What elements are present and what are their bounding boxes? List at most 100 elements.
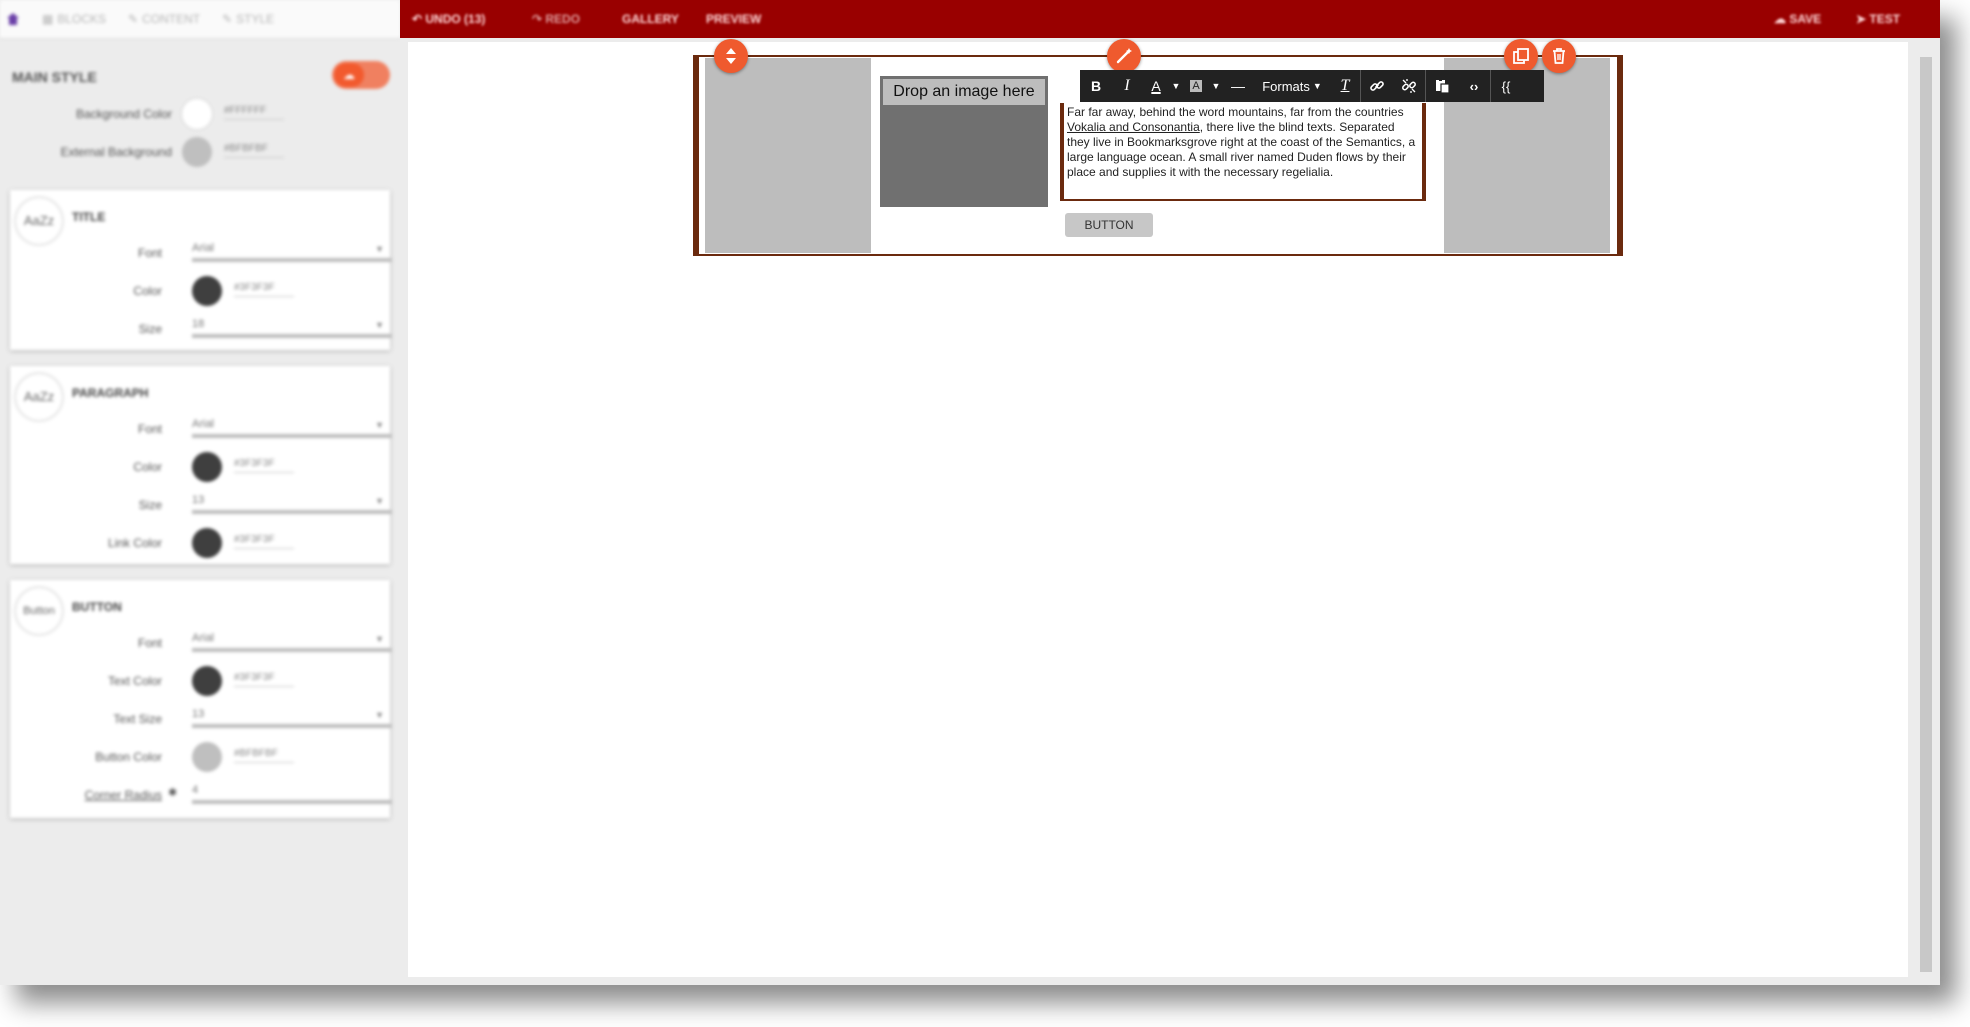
paragraph-color-value[interactable]: #3F3F3F — [234, 458, 294, 473]
external-background-swatch[interactable] — [182, 137, 212, 167]
delete-block-button[interactable] — [1542, 39, 1576, 73]
background-color-value[interactable]: #FFFFFF — [224, 105, 284, 120]
title-color-value[interactable]: #3F3F3F — [234, 282, 294, 297]
external-background-value[interactable]: #BFBFBF — [224, 143, 284, 158]
undo-label: UNDO (13) — [425, 12, 486, 26]
vertical-scrollbar[interactable] — [1920, 57, 1932, 972]
merge-tags-button[interactable]: {{ — [1491, 70, 1521, 102]
button-color-swatch[interactable] — [192, 742, 222, 772]
style-panel-content: ▦ BLOCKS ✎ CONTENT ✎ STYLE MAIN STYLE ☁ Bac… — [0, 0, 400, 169]
title-card-title: TITLE — [72, 210, 106, 224]
paragraph-link-color-swatch[interactable] — [192, 528, 222, 558]
save-button[interactable]: ☁ SAVE — [1774, 12, 1821, 26]
background-color-dropdown[interactable]: ▼ — [1210, 70, 1222, 102]
button-text-size-value: 13 — [192, 708, 205, 720]
chevron-down-icon: ▼ — [375, 634, 384, 644]
button-corner-radius-input[interactable]: 4 — [192, 784, 392, 804]
paragraph-color-label: Color — [133, 460, 162, 474]
title-size-select[interactable]: 18 ▼ — [192, 318, 392, 338]
settings-icon[interactable]: ✱ — [168, 786, 177, 799]
tab-style[interactable]: ✎ STYLE — [222, 12, 274, 26]
paragraph-link[interactable]: Vokalia and Consonantia — [1067, 120, 1200, 134]
email-button[interactable]: BUTTON — [1065, 213, 1153, 237]
undo-button[interactable]: ↶ UNDO (13) — [412, 12, 485, 26]
button-text-size-label: Text Size — [113, 712, 162, 726]
formats-label: Formats — [1262, 78, 1310, 94]
button-corner-radius-label[interactable]: Corner Radius — [85, 788, 162, 802]
cloud-icon: ☁ — [334, 63, 364, 87]
button-text-color-swatch[interactable] — [192, 666, 222, 696]
button-corner-radius-value: 4 — [192, 784, 199, 796]
button-color-row: Button Color #BFBFBF — [10, 736, 390, 774]
tab-content-label: CONTENT — [142, 12, 201, 26]
horizontal-rule-button[interactable]: — — [1222, 70, 1254, 102]
title-font-row: Font Arial ▼ — [10, 232, 392, 270]
edit-block-button[interactable] — [1107, 39, 1141, 73]
title-color-swatch[interactable] — [192, 276, 222, 306]
brush-icon: ✎ — [222, 12, 233, 26]
insert-link-button[interactable] — [1361, 70, 1393, 102]
title-font-select[interactable]: Arial ▼ — [192, 242, 392, 262]
paste-button[interactable] — [1426, 70, 1458, 102]
tab-blocks[interactable]: ▦ BLOCKS — [42, 12, 106, 26]
gallery-button[interactable]: GALLERY — [622, 12, 679, 26]
editor-canvas: Drop an image here Far far away, behind … — [408, 42, 1932, 977]
paragraph-font-label: Font — [137, 422, 162, 436]
redo-icon: ↷ — [532, 12, 546, 26]
button-card-title: BUTTON — [72, 600, 122, 614]
paragraph-link-color-row: Link Color #3F3F3F — [10, 522, 390, 560]
blocks-icon: ▦ — [42, 12, 54, 26]
background-color-swatch[interactable] — [182, 99, 212, 129]
title-font-value: Arial — [192, 242, 215, 254]
tab-content[interactable]: ✎ CONTENT — [128, 12, 200, 26]
clear-formatting-button[interactable]: T — [1330, 70, 1360, 102]
move-vertical-icon — [726, 48, 736, 64]
theme-toggle[interactable]: ☁ — [332, 61, 390, 89]
save-label: SAVE — [1789, 12, 1822, 26]
title-size-value: 18 — [192, 318, 205, 330]
button-text-color-label: Text Color — [107, 674, 162, 688]
paragraph-color-swatch[interactable] — [192, 452, 222, 482]
text-color-dropdown[interactable]: ▼ — [1170, 70, 1182, 102]
home-icon[interactable] — [6, 12, 20, 26]
tab-style-label: STYLE — [236, 12, 275, 26]
button-text-color-value[interactable]: #3F3F3F — [234, 672, 294, 687]
button-text-size-row: Text Size 13 ▼ — [10, 698, 392, 736]
image-dropzone[interactable]: Drop an image here — [880, 76, 1048, 207]
button-card-header: Button BUTTON — [10, 580, 390, 634]
preview-button[interactable]: PREVIEW — [706, 12, 761, 26]
button-color-value[interactable]: #BFBFBF — [234, 748, 294, 763]
move-block-button[interactable] — [714, 39, 748, 73]
paragraph-size-label: Size — [138, 498, 162, 512]
button-text-size-select[interactable]: 13 ▼ — [192, 708, 392, 728]
paragraph-text-start: Far far away, behind the word mountains,… — [1067, 105, 1404, 119]
title-size-label: Size — [138, 322, 162, 336]
paragraph-color-row: Color #3F3F3F — [10, 446, 390, 484]
title-color-row: Color #3F3F3F — [10, 270, 390, 308]
duplicate-block-button[interactable] — [1504, 39, 1538, 73]
formats-dropdown[interactable]: Formats ▼ — [1254, 70, 1330, 102]
button-font-select[interactable]: Arial ▼ — [192, 632, 392, 652]
paragraph-style-card: AaZz PARAGRAPH Font Arial ▼ Color #3F3F3F… — [10, 366, 392, 564]
paragraph-font-row: Font Arial ▼ — [10, 408, 392, 446]
source-code-button[interactable]: ‹› — [1458, 70, 1490, 102]
title-size-row: Size 18 ▼ — [10, 308, 392, 346]
title-card-header: AaZz TITLE — [10, 190, 390, 244]
background-color-button[interactable]: A — [1182, 70, 1210, 102]
paragraph-font-select[interactable]: Arial ▼ — [192, 418, 392, 438]
bold-button[interactable]: B — [1080, 70, 1112, 102]
magic-wand-icon — [1116, 48, 1132, 64]
test-button[interactable]: ➤ TEST — [1856, 12, 1900, 26]
paste-icon — [1436, 79, 1450, 94]
italic-button[interactable]: I — [1112, 70, 1142, 102]
paragraph-link-color-value[interactable]: #3F3F3F — [234, 534, 294, 549]
paragraph-card-title: PARAGRAPH — [72, 386, 149, 400]
caret-down-icon: ▼ — [1211, 81, 1221, 91]
send-icon: ➤ — [1856, 12, 1870, 26]
paragraph-editor[interactable]: Far far away, behind the word mountains,… — [1060, 103, 1426, 201]
text-color-button[interactable]: A — [1142, 70, 1170, 102]
background-color-row: Background Color #FFFFFF — [0, 93, 400, 131]
remove-link-button[interactable] — [1393, 70, 1425, 102]
paragraph-size-select[interactable]: 13 ▼ — [192, 494, 392, 514]
redo-button[interactable]: ↷ REDO — [532, 12, 580, 26]
